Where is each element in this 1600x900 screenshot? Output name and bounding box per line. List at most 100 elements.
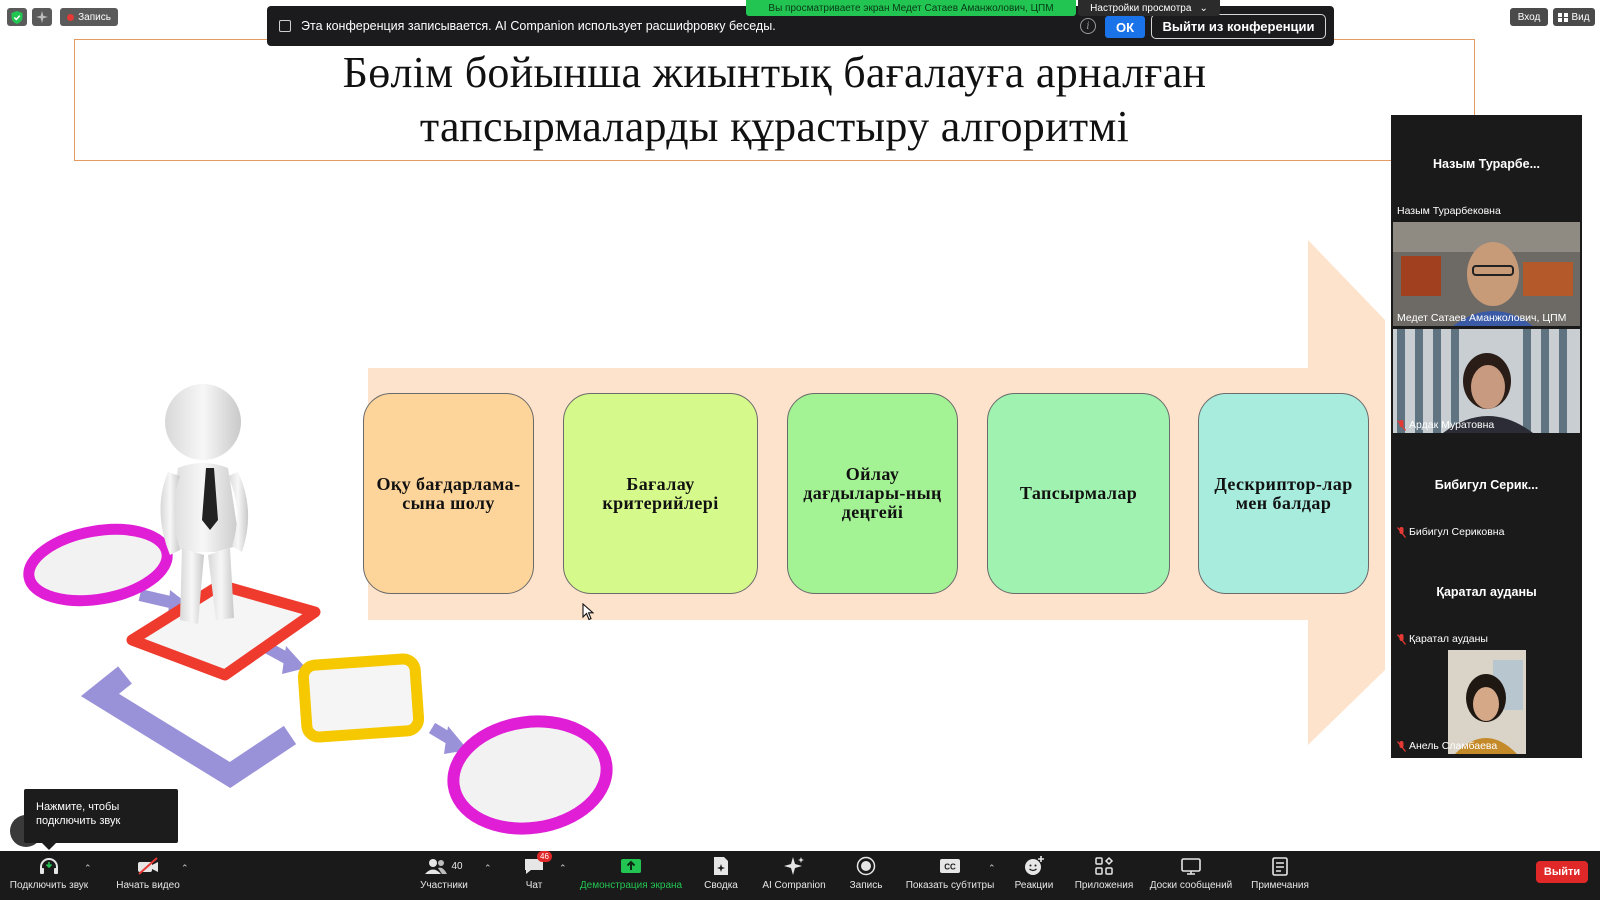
mic-muted-icon (1397, 419, 1406, 431)
participant-video-feed (1393, 650, 1580, 754)
copy-icon[interactable] (279, 20, 291, 32)
participant-tile[interactable]: Анель Сламбаева (1393, 650, 1580, 754)
svg-text:CC: CC (944, 863, 956, 872)
record-button[interactable]: Запись (842, 853, 890, 899)
step-box-descriptors: Дескриптор-лар мен балдар (1198, 393, 1369, 594)
participants-options-chevron-icon[interactable]: ⌃ (484, 863, 492, 874)
step-label: Ойлау дағдылары-ның деңгейі (803, 464, 942, 522)
login-button[interactable]: Вход (1510, 8, 1548, 26)
leave-meeting-button[interactable]: Выйти из конференции (1151, 14, 1326, 39)
participant-name-label: Ардак Муратовна (1397, 419, 1494, 431)
mic-muted-icon (1397, 740, 1406, 752)
participant-tile[interactable]: Ардак Муратовна (1393, 329, 1580, 433)
ai-companion-button[interactable]: AI Companion (756, 853, 832, 899)
viewing-screen-text: Вы просматриваете экран Медет Сатаев Ама… (768, 2, 1054, 14)
reaction-emoji-icon (1025, 856, 1044, 875)
video-off-icon (138, 857, 158, 875)
participants-label: Участники (420, 880, 468, 891)
summary-button[interactable]: Сводка (696, 853, 746, 899)
participant-tile[interactable]: Назым Турарбе... Назым Турарбековна (1393, 115, 1580, 219)
end-meeting-button[interactable]: Выйти (1536, 861, 1588, 883)
chevron-down-icon: ⌄ (1199, 2, 1208, 14)
show-captions-label: Показать субтитры (905, 880, 995, 891)
view-button[interactable]: Вид (1553, 8, 1595, 26)
tooltip-text: Нажмите, чтобы подключить звук (36, 801, 121, 827)
banner-message: Эта конференция записывается. AI Compani… (301, 19, 776, 33)
join-audio-button[interactable]: Подключить звук (4, 853, 94, 899)
record-icon (856, 856, 876, 876)
view-label: Вид (1571, 11, 1590, 23)
login-label: Вход (1517, 11, 1541, 23)
mic-muted-icon (1397, 526, 1406, 538)
participants-button[interactable]: 40 Участники (412, 853, 476, 899)
share-screen-button[interactable]: Демонстрация экрана (578, 853, 684, 899)
whiteboards-button[interactable]: Доски сообщений (1146, 853, 1236, 899)
security-shield-icon[interactable] (7, 8, 27, 26)
share-screen-label: Демонстрация экрана (579, 880, 683, 891)
share-screen-icon (621, 859, 641, 873)
slide-title-line-2: тапсырмаларды құрастыру алгоритмі (419, 102, 1130, 151)
participant-tile[interactable]: Қаратал ауданы Қаратал ауданы (1393, 543, 1580, 647)
step-label: Дескриптор-лар мен балдар (1214, 473, 1353, 513)
notes-label: Примечания (1251, 880, 1309, 891)
participant-display-name: Назым Турарбе... (1432, 157, 1540, 171)
viewing-screen-indicator: Вы просматриваете экран Медет Сатаев Ама… (746, 0, 1076, 16)
recording-label: Запись (78, 11, 111, 23)
slide-title: Бөлім бойынша жиынтық бағалауға арналған… (343, 46, 1207, 154)
participants-count: 40 (451, 860, 463, 872)
chat-label: Чат (525, 880, 543, 891)
step-label: Тапсырмалар (1019, 483, 1138, 503)
meeting-toolbar: Подключить звук ⌃ Начать видео ⌃ 40 Учас… (0, 851, 1600, 900)
slide-title-line-1: Бөлім бойынша жиынтық бағалауға арналған (342, 48, 1207, 97)
reactions-label: Реакции (1014, 880, 1054, 891)
mic-muted-icon (1397, 633, 1406, 645)
join-audio-tooltip: Нажмите, чтобы подключить звук (24, 789, 178, 850)
step-box-tasks: Тапсырмалар (987, 393, 1170, 594)
participant-video-feed (1393, 222, 1580, 326)
closed-captions-icon: CC (940, 859, 960, 873)
headphones-icon (40, 858, 58, 874)
participant-name-label: Қаратал ауданы (1397, 633, 1488, 645)
record-label: Запись (849, 880, 883, 891)
start-video-label: Начать видео (116, 880, 180, 891)
apps-label: Приложения (1074, 880, 1134, 891)
participant-tile-active-speaker[interactable]: Медет Сатаев Аманжолович, ЦПМ (1393, 222, 1580, 326)
summary-document-icon (714, 857, 728, 875)
info-icon[interactable]: i (1080, 18, 1096, 34)
participant-tile[interactable]: Бибигул Серик... Бибигул Сериковна (1393, 436, 1580, 540)
summary-label: Сводка (704, 880, 738, 891)
show-captions-button[interactable]: CC Показать субтитры (904, 853, 996, 899)
ok-button[interactable]: ОК (1105, 16, 1145, 38)
flowchart-figure-illustration (23, 384, 613, 835)
ai-sparkle-icon (784, 857, 804, 875)
slide-title-box: Бөлім бойынша жиынтық бағалауға арналған… (74, 39, 1475, 161)
mouse-cursor-icon (582, 603, 594, 621)
whiteboards-label: Доски сообщений (1149, 880, 1233, 891)
chat-options-chevron-icon[interactable]: ⌃ (559, 863, 567, 874)
grid-view-icon (1558, 12, 1569, 22)
audio-options-chevron-icon[interactable]: ⌃ (84, 863, 92, 874)
whiteboard-icon (1181, 858, 1201, 875)
chat-button[interactable]: 46 Чат (510, 851, 558, 899)
step-box-thinking-skills: Ойлау дағдылары-ның деңгейі (787, 393, 958, 594)
view-options-label: Настройки просмотра (1090, 2, 1192, 14)
start-video-button[interactable]: Начать видео (112, 853, 184, 899)
reactions-button[interactable]: Реакции (1010, 853, 1058, 899)
participant-name-label: Бибигул Сериковна (1397, 526, 1504, 538)
zoom-meeting-window: Запись Вход Вид Бөлім бойынша жиынтық ба… (0, 0, 1600, 900)
captions-options-chevron-icon[interactable]: ⌃ (988, 863, 996, 874)
notes-button[interactable]: Примечания (1248, 853, 1312, 899)
participants-icon (425, 859, 448, 874)
view-options-dropdown[interactable]: Настройки просмотра ⌄ (1078, 0, 1220, 16)
video-options-chevron-icon[interactable]: ⌃ (181, 863, 189, 874)
participant-name-label: Медет Сатаев Аманжолович, ЦПМ (1397, 312, 1567, 324)
record-dot-icon (67, 13, 75, 21)
recording-indicator[interactable]: Запись (60, 8, 118, 26)
participant-video-panel: Назым Турарбе... Назым Турарбековна Меде… (1391, 115, 1582, 758)
notes-icon (1272, 857, 1288, 876)
participant-video-feed (1393, 329, 1580, 433)
participant-display-name: Бибигул Серик... (1434, 478, 1539, 492)
ai-sparkle-icon[interactable] (32, 8, 52, 26)
apps-button[interactable]: Приложения (1072, 853, 1136, 899)
participant-name-label: Анель Сламбаева (1397, 740, 1497, 752)
